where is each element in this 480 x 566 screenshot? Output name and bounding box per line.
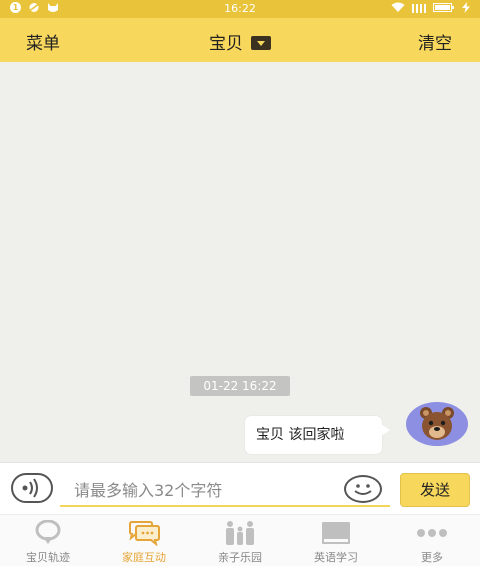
battery-icon <box>433 3 454 12</box>
message-input[interactable] <box>60 475 390 507</box>
child-selector[interactable]: 宝贝 <box>0 29 480 54</box>
chat-area[interactable]: 01-22 16:22 宝贝 该回家啦 <box>0 62 480 462</box>
smiley-icon <box>354 484 372 495</box>
bear-icon <box>420 407 454 440</box>
signal-icon <box>412 4 426 13</box>
tab-label: 英语学习 <box>314 551 358 564</box>
chat-bubbles-icon <box>129 521 160 546</box>
wifi-icon <box>391 2 405 12</box>
bear-avatar-icon[interactable] <box>406 402 468 446</box>
page-title: 宝贝 <box>209 34 243 54</box>
tab-family-interaction[interactable]: 家庭互动 <box>96 515 192 566</box>
charging-icon <box>462 2 470 13</box>
tab-label: 宝贝轨迹 <box>26 551 70 564</box>
tab-label: 更多 <box>421 551 443 564</box>
tab-label: 亲子乐园 <box>218 551 262 564</box>
dropdown-caret-icon <box>251 36 271 50</box>
tab-parent-child-park[interactable]: 亲子乐园 <box>192 515 288 566</box>
message-timestamp: 01-22 16:22 <box>190 376 290 396</box>
book-icon <box>322 522 350 544</box>
message-bubble[interactable]: 宝贝 该回家啦 <box>245 416 390 454</box>
status-bar: 1 16:22 <box>0 0 480 18</box>
tab-baby-track[interactable]: 宝贝轨迹 <box>0 515 96 566</box>
input-bar: 发送 <box>0 462 480 514</box>
app-header: 菜单 宝贝 清空 <box>0 18 480 62</box>
voice-input-button[interactable] <box>11 473 53 503</box>
clear-button[interactable]: 清空 <box>418 29 452 54</box>
send-button[interactable]: 发送 <box>400 473 470 507</box>
tab-english-learning[interactable]: 英语学习 <box>288 515 384 566</box>
emoji-button[interactable] <box>344 475 382 503</box>
tab-more[interactable]: 更多 <box>384 515 480 566</box>
family-icon <box>226 521 254 545</box>
location-pin-icon <box>35 520 61 544</box>
more-icon <box>417 529 447 537</box>
tab-label: 家庭互动 <box>122 551 166 564</box>
bottom-tab-bar: 宝贝轨迹 家庭互动 亲子乐园 英语学习 更多 <box>0 514 480 566</box>
sound-wave-icon <box>22 478 38 498</box>
